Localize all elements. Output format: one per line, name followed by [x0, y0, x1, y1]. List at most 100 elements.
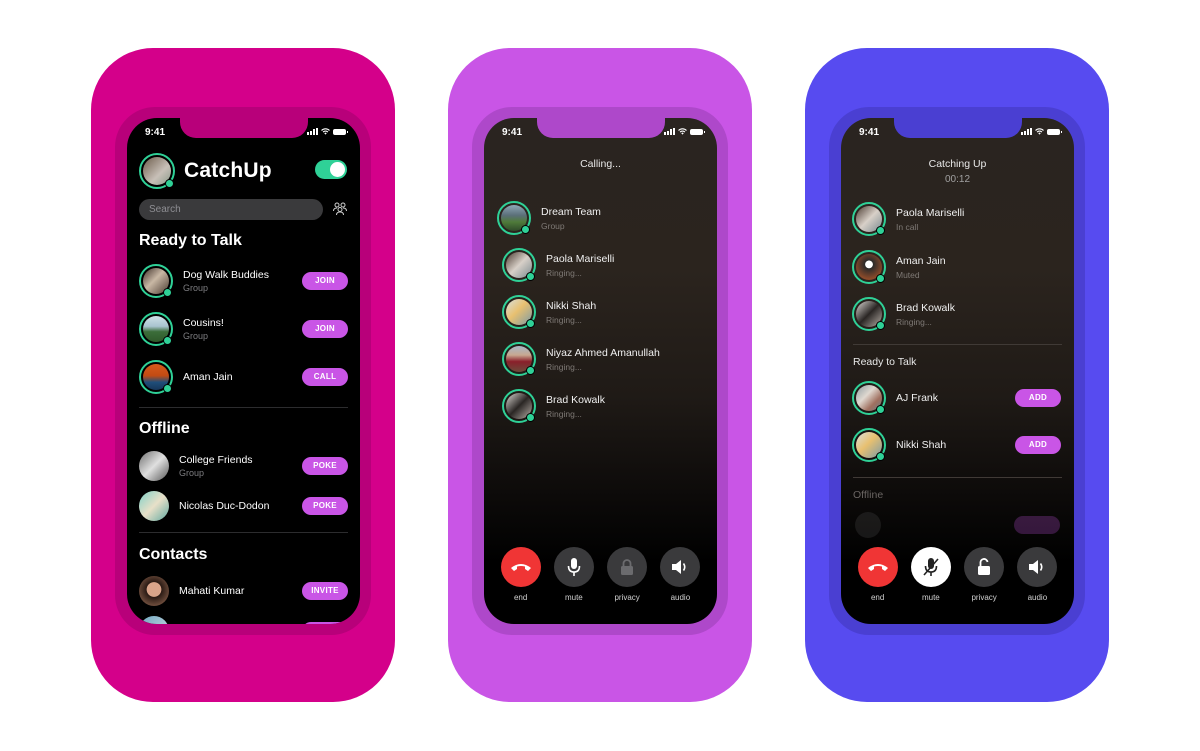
item-name: College Friends: [179, 454, 253, 466]
control-label: privacy: [614, 593, 640, 602]
notch: [536, 118, 665, 138]
participant-name: Brad Kowalk: [896, 301, 955, 314]
participant-row[interactable]: Nikki Shah Ringing...: [502, 293, 711, 331]
control-label: mute: [921, 593, 940, 602]
list-item[interactable]: AJ Frank ADD: [852, 379, 1061, 417]
poke-button[interactable]: POKE: [302, 497, 348, 515]
status-icons: [1021, 128, 1062, 135]
join-button[interactable]: JOIN: [302, 320, 348, 338]
lock-closed-icon: [621, 559, 634, 575]
item-name: AJ Frank: [896, 392, 939, 404]
online-indicator: [526, 319, 535, 328]
call-controls: end mute privacy audio: [841, 547, 1074, 602]
microphone-icon: [567, 558, 581, 576]
avatar: [852, 428, 886, 462]
participant-name: Paola Mariselli: [896, 206, 965, 219]
avatar: [502, 295, 536, 329]
section-ready-to-talk: Ready to Talk: [139, 232, 242, 249]
divider: [853, 344, 1062, 345]
list-item-partial[interactable]: [139, 612, 348, 624]
list-item[interactable]: College Friends Group POKE: [139, 447, 348, 485]
online-indicator: [526, 366, 535, 375]
faded-list-item: [853, 510, 1062, 540]
end-call-button[interactable]: [500, 547, 541, 587]
divider: [139, 407, 348, 408]
signal-icon: [307, 128, 318, 135]
people-group-icon[interactable]: [332, 202, 348, 216]
add-button[interactable]: ADD: [1015, 436, 1061, 454]
battery-icon: [333, 128, 348, 135]
list-item[interactable]: Mahati Kumar INVITE: [139, 572, 348, 610]
privacy-control[interactable]: privacy: [961, 547, 1007, 602]
mute-button[interactable]: [910, 547, 951, 587]
participant-name: Niyaz Ahmed Amanullah: [546, 346, 660, 359]
participant-row[interactable]: Brad Kowalk Ringing...: [852, 295, 1061, 333]
phone-frame: 9:41 Calling... Dream Team Group Paola Ma…: [472, 107, 728, 635]
control-label: audio: [670, 593, 691, 602]
participant-status: Group: [541, 220, 565, 231]
online-indicator: [876, 226, 885, 235]
join-button[interactable]: JOIN: [302, 272, 348, 290]
avatar: [852, 202, 886, 236]
call-button[interactable]: CALL: [302, 368, 348, 386]
avatar: [502, 248, 536, 282]
privacy-control[interactable]: privacy: [604, 547, 650, 602]
participant-row[interactable]: Niyaz Ahmed Amanullah Ringing...: [502, 340, 711, 378]
list-item[interactable]: Cousins! Group JOIN: [139, 310, 348, 348]
mute-control[interactable]: mute: [551, 547, 597, 602]
audio-control[interactable]: audio: [657, 547, 703, 602]
list-item[interactable]: Nikki Shah ADD: [852, 426, 1061, 464]
item-name: Nikki Shah: [896, 439, 947, 451]
mute-button[interactable]: [553, 547, 594, 587]
search-input[interactable]: Search: [139, 199, 323, 220]
avatar: [852, 297, 886, 331]
list-item[interactable]: Aman Jain CALL: [139, 358, 348, 396]
end-call-button[interactable]: [857, 547, 898, 587]
online-indicator: [163, 384, 172, 393]
avatar: [139, 360, 173, 394]
list-item[interactable]: Nicolas Duc-Dodon POKE: [139, 487, 348, 525]
phone-hangup-icon: [867, 564, 888, 571]
audio-button[interactable]: [660, 547, 701, 587]
list-item[interactable]: Dog Walk Buddies Group JOIN: [139, 262, 348, 300]
avatar: [139, 576, 169, 606]
calling-screen-card: 9:41 Calling... Dream Team Group Paola Ma…: [448, 48, 752, 702]
call-title: Catching Up: [928, 158, 987, 170]
participant-status: Ringing...: [546, 408, 582, 419]
privacy-button[interactable]: [964, 547, 1005, 587]
participant-row[interactable]: Paola Mariselli In call: [852, 200, 1061, 238]
mute-control[interactable]: mute: [908, 547, 954, 602]
add-button[interactable]: ADD: [1015, 389, 1061, 407]
participant-status: In call: [896, 221, 919, 232]
invite-button[interactable]: [302, 622, 348, 624]
participant-row[interactable]: Aman Jain Muted: [852, 248, 1061, 286]
participant-row[interactable]: Paola Mariselli Ringing...: [502, 246, 711, 284]
audio-button[interactable]: [1017, 547, 1058, 587]
invite-button[interactable]: INVITE: [302, 582, 348, 600]
poke-button[interactable]: POKE: [302, 457, 348, 475]
status-icons: [307, 128, 348, 135]
phone-hangup-icon: [510, 564, 531, 571]
item-name: Cousins!: [183, 317, 224, 329]
section-offline: Offline: [139, 420, 190, 437]
profile-avatar[interactable]: [139, 153, 175, 189]
audio-control[interactable]: audio: [1014, 547, 1060, 602]
online-indicator: [526, 413, 535, 422]
participant-row[interactable]: Dream Team Group: [497, 199, 706, 237]
wifi-icon: [678, 128, 687, 135]
end-call-control[interactable]: end: [855, 547, 901, 602]
section-contacts: Contacts: [139, 546, 208, 563]
notch: [893, 118, 1022, 138]
avatar: [502, 342, 536, 376]
participant-row[interactable]: Brad Kowalk Ringing...: [502, 387, 711, 425]
participant-name: Dream Team: [541, 205, 601, 218]
call-controls: end mute privacy audio: [484, 547, 717, 602]
control-label: privacy: [971, 593, 997, 602]
availability-toggle[interactable]: [315, 160, 347, 179]
participant-status: Ringing...: [546, 267, 582, 278]
item-name: Aman Jain: [183, 371, 233, 383]
privacy-button[interactable]: [607, 547, 648, 587]
home-screen-card: 9:41 CatchUp Search Ready to Talk Dog Wa…: [91, 48, 395, 702]
participant-name: Brad Kowalk: [546, 393, 605, 406]
end-call-control[interactable]: end: [498, 547, 544, 602]
